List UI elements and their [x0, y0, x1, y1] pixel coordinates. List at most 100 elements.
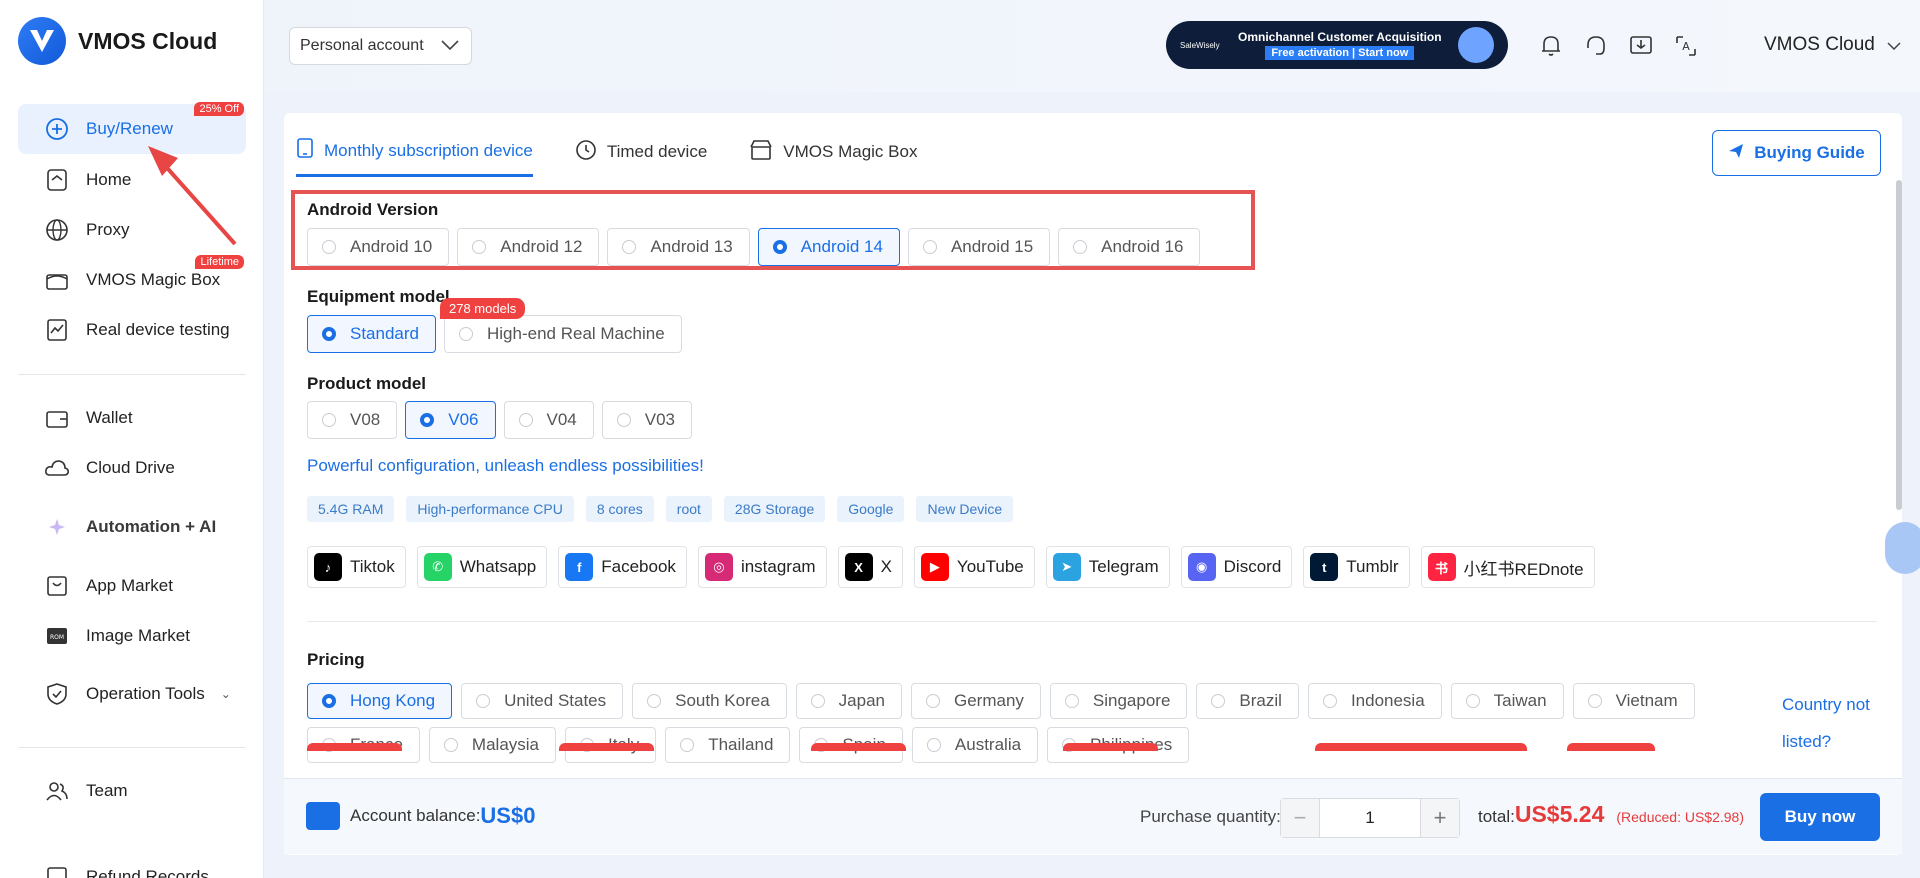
country-option[interactable]: Australia — [911, 727, 1039, 763]
android-version-option[interactable]: Android 16 — [1058, 228, 1201, 266]
tab-monthly[interactable]: Monthly subscription device — [296, 137, 533, 177]
app-chip: ➤ Telegram — [1045, 546, 1170, 588]
wallet-icon — [306, 802, 340, 830]
app-logo-icon: ♪ — [314, 553, 342, 581]
radio-icon — [922, 240, 937, 254]
support-icon[interactable] — [1582, 32, 1610, 60]
spec-tag: 5.4G RAM — [307, 496, 395, 522]
spec-tags: 5.4G RAM High-performance CPU 8 cores root 2… — [307, 496, 1014, 522]
account-select[interactable]: Personal account — [289, 27, 472, 65]
country-option-label: Australia — [954, 735, 1022, 754]
supported-apps: ♪ Tiktok ✆ Whatsapp f Facebook ◎ instagram X X ▶ Yo… — [307, 546, 1595, 588]
product-model-option[interactable]: V06 — [405, 401, 496, 439]
price-badge — [1315, 743, 1527, 751]
product-model-option[interactable]: V08 — [307, 401, 398, 439]
app-name: Tumblr — [1346, 557, 1399, 576]
sidebar-item-image-market[interactable]: ROM Image Market — [18, 611, 246, 661]
balance-label: Account balance: — [350, 806, 481, 825]
android-version-option[interactable]: Android 12 — [457, 228, 600, 266]
radio-icon — [1465, 694, 1480, 708]
radio-icon — [322, 327, 336, 341]
radio-icon — [322, 240, 336, 254]
rom-icon: ROM — [44, 623, 70, 649]
android-version-option[interactable]: Android 14 — [757, 228, 900, 266]
country-option[interactable]: Vietnam — [1572, 683, 1695, 719]
country-option[interactable]: Indonesia — [1307, 683, 1442, 719]
refund-icon — [44, 864, 70, 878]
translate-icon[interactable]: A — [1672, 32, 1700, 60]
spec-tag: 28G Storage — [723, 496, 826, 522]
country-option[interactable]: Germany — [910, 683, 1041, 719]
bell-icon[interactable] — [1537, 32, 1565, 60]
country-option[interactable]: Brazil — [1196, 683, 1299, 719]
android-version-option[interactable]: Android 13 — [607, 228, 750, 266]
country-option[interactable]: Taiwan — [1450, 683, 1564, 719]
market-icon — [44, 573, 70, 599]
product-model-label: Product model — [307, 374, 427, 393]
android-version-option[interactable]: Android 10 — [307, 228, 450, 266]
country-not-listed-link[interactable]: Country not listed? — [1782, 686, 1882, 760]
android-version-option[interactable]: Android 15 — [907, 228, 1051, 266]
country-option[interactable]: Malaysia — [428, 727, 557, 763]
buying-guide-button[interactable]: Buying Guide — [1712, 130, 1881, 176]
country-option[interactable]: Thailand — [665, 727, 791, 763]
radio-icon — [1073, 240, 1088, 254]
scrollbar[interactable] — [1896, 180, 1902, 510]
sidebar-item-app-market[interactable]: App Market — [18, 561, 246, 611]
sidebar-item-wallet[interactable]: Wallet — [18, 393, 246, 443]
app-name: instagram — [740, 557, 816, 576]
country-option-label: Thailand — [708, 735, 774, 754]
send-icon — [1728, 143, 1744, 164]
country-option[interactable]: Hong Kong — [307, 683, 453, 719]
app-name: Discord — [1223, 557, 1282, 576]
radio-icon — [322, 413, 336, 427]
download-icon[interactable] — [1627, 32, 1655, 60]
sidebar-item-automation[interactable]: Automation + AI — [18, 502, 246, 552]
sidebar-item-cloud-drive[interactable]: Cloud Drive — [18, 443, 246, 493]
sidebar-item-refund[interactable]: Refund Records — [18, 852, 246, 878]
decrement-button[interactable]: − — [1281, 799, 1319, 837]
spec-tag: root — [665, 496, 712, 522]
product-model-option[interactable]: V03 — [601, 401, 692, 439]
globe-icon — [44, 217, 70, 243]
increment-button[interactable]: + — [1421, 799, 1459, 837]
country-option[interactable]: South Korea — [632, 683, 787, 719]
sidebar-item-magic-box[interactable]: VMOS Magic Box Lifetime — [18, 255, 246, 305]
app-chip: ◉ Discord — [1180, 546, 1293, 588]
buy-now-button[interactable]: Buy now — [1760, 793, 1880, 841]
sidebar-item-team[interactable]: Team — [18, 766, 246, 816]
country-option[interactable]: Singapore — [1049, 683, 1188, 719]
price-badge — [559, 743, 654, 751]
android-version-label: Android Version — [307, 200, 439, 219]
sidebar-item-label: Refund Records — [86, 867, 209, 878]
promo-cta: Free activation | Start now — [1265, 46, 1415, 60]
price-badge — [307, 743, 402, 751]
store-icon — [749, 139, 773, 166]
product-model-options: V08 V06 V04 V03 — [307, 401, 692, 439]
app-logo-icon: X — [844, 553, 873, 581]
quantity-input[interactable]: 1 — [1319, 799, 1421, 837]
app-name: VMOS Cloud — [78, 27, 218, 54]
app-name: YouTube — [956, 557, 1024, 576]
annotation-arrow — [148, 146, 237, 246]
country-options: Hong Kong United States South Korea Japan Ge… — [307, 683, 1757, 763]
tab-timed[interactable]: Timed device — [575, 137, 707, 177]
promo-banner[interactable]: SaleWisely Omnichannel Customer Acquisit… — [1166, 21, 1508, 69]
logo[interactable]: VMOS Cloud — [18, 17, 217, 65]
country-option-label: Malaysia — [471, 735, 540, 754]
user-menu[interactable]: VMOS Cloud — [1764, 34, 1901, 56]
country-option[interactable]: United States — [461, 683, 624, 719]
equipment-model-option[interactable]: Standard — [307, 315, 436, 353]
sidebar-item-operation-tools[interactable]: Operation Tools ⌄ — [18, 669, 246, 719]
tab-magic-box[interactable]: VMOS Magic Box — [749, 137, 917, 177]
checkout-bar: Account balance: US$0 Purchase quantity:… — [284, 778, 1902, 854]
spec-tag: Google — [837, 496, 905, 522]
product-model-option[interactable]: V04 — [503, 401, 594, 439]
android-version-options: Android 10 Android 12 Android 13 Android 14… — [307, 228, 1201, 266]
country-option[interactable]: Japan — [795, 683, 902, 719]
equipment-model-option[interactable]: High-end Real Machine — [444, 315, 682, 353]
app-logo-icon: ✆ — [423, 553, 452, 581]
android-version-option-label: Android 13 — [650, 237, 733, 256]
sidebar-item-real-device[interactable]: Real device testing — [18, 305, 246, 355]
assistant-robot-icon[interactable] — [1885, 522, 1920, 574]
